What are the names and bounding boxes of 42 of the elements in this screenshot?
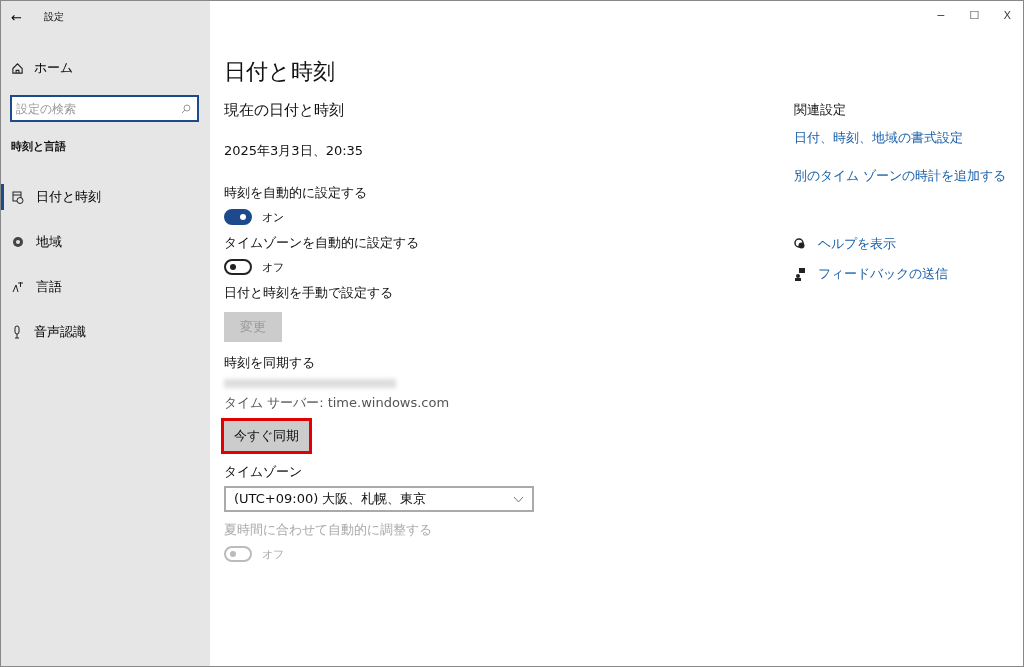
section-heading: 時刻と言語	[11, 139, 67, 154]
setting-label: 日付と時刻を手動で設定する	[224, 284, 393, 302]
related-link[interactable]: 日付、時刻、地域の書式設定	[794, 129, 1007, 147]
current-datetime: 2025年3月3日、20:35	[224, 142, 364, 160]
timezone-dropdown[interactable]: (UTC+09:00) 大阪、札幌、東京	[224, 486, 534, 512]
sidebar-item[interactable]: 地域	[1, 229, 62, 255]
minimize-button[interactable]: −	[932, 7, 950, 24]
page-title: 日付と時刻	[224, 58, 335, 86]
related-link[interactable]: 別のタイム ゾーンの時計を追加する	[794, 167, 1007, 185]
section-heading: 現在の日付と時刻	[224, 101, 344, 120]
time-server-text: タイム サーバー: time.windows.com	[224, 394, 450, 412]
toggle-switch[interactable]	[224, 259, 252, 275]
calendar-clock-icon	[12, 190, 24, 204]
home-nav-item[interactable]: ホーム	[11, 55, 73, 81]
close-button[interactable]: X	[999, 7, 1015, 24]
sidebar-item[interactable]: 言語	[1, 274, 62, 300]
toggle-state: オフ	[262, 546, 284, 562]
setting-label: 夏時間に合わせて自動的に調整する	[224, 521, 432, 539]
microphone-icon	[12, 325, 22, 339]
chevron-down-icon	[513, 495, 524, 503]
toggle-switch[interactable]	[224, 209, 252, 225]
sidebar-item[interactable]: 音声認識	[1, 319, 86, 345]
help-icon	[794, 238, 806, 250]
home-icon	[11, 61, 24, 75]
sidebar-item[interactable]: 日付と時刻	[1, 184, 101, 210]
back-button[interactable]: ←	[7, 7, 26, 27]
language-icon	[12, 281, 24, 293]
toggle-state: オン	[262, 209, 284, 225]
feedback-icon	[794, 267, 806, 281]
help-link[interactable]: ヘルプを表示	[794, 235, 1007, 253]
feedback-link[interactable]: フィードバックの送信	[794, 265, 1007, 283]
setting-label: 時刻を自動的に設定する	[224, 184, 367, 202]
setting-label: タイムゾーンを自動的に設定する	[224, 234, 419, 252]
setting-label: 時刻を同期する	[224, 354, 315, 372]
window-title: 設定	[43, 10, 64, 24]
setting-label: タイムゾーン	[224, 463, 302, 481]
search-icon	[181, 104, 191, 114]
toggle-state: オフ	[262, 259, 284, 275]
search-field[interactable]: 設定の検索	[10, 95, 199, 122]
maximize-button[interactable]: ☐	[965, 7, 984, 24]
sync-now-button[interactable]: 今すぐ同期	[224, 421, 309, 451]
related-heading: 関連設定	[794, 101, 847, 119]
